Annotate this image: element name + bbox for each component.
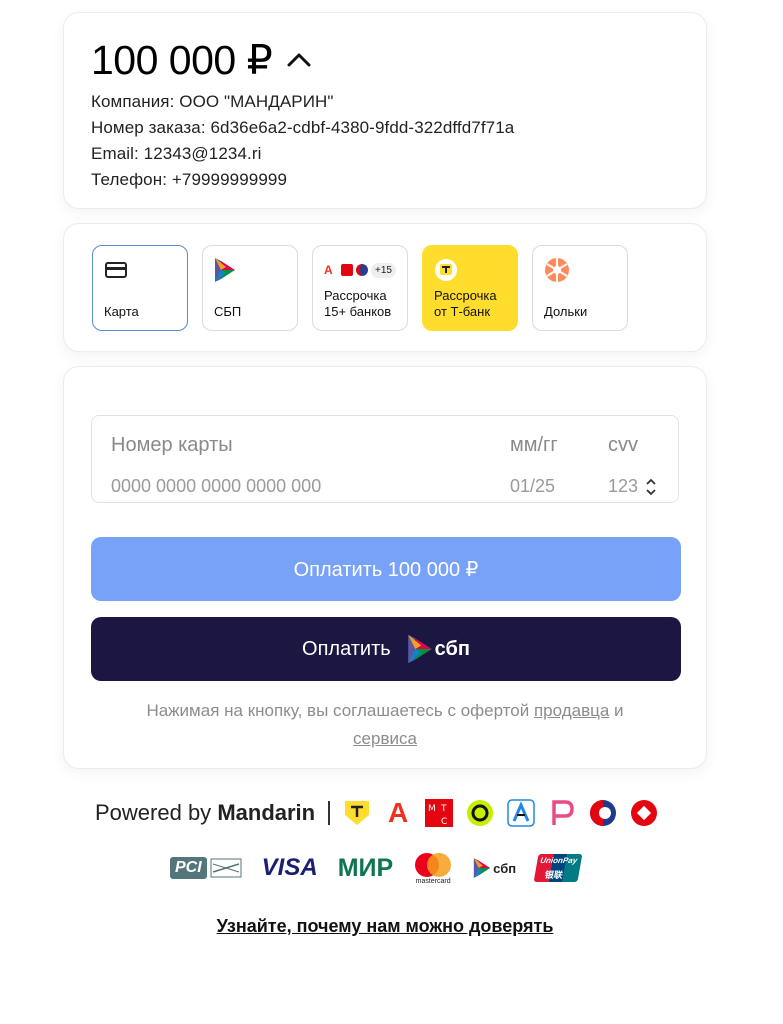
method-label-line1: Рассрочка	[324, 288, 387, 303]
agree-text: Нажимая на кнопку, вы соглашаетесь с офе…	[146, 701, 530, 720]
method-installment-banks[interactable]: А +15 Рассрочка 15+ банков	[312, 245, 408, 331]
method-label: СБП	[214, 304, 242, 319]
red-bank-logo-icon	[629, 798, 659, 828]
card-input-group: Номер карты 0000 0000 0000 0000 000 мм/г…	[91, 415, 679, 503]
sbp-logo: сбп	[407, 633, 470, 665]
unionpay-label: UnionPay	[539, 856, 579, 865]
halva-logo-icon	[588, 798, 618, 828]
mts-icon	[341, 264, 353, 276]
alfa-logo-icon: А	[387, 797, 409, 828]
pci-dss-logo: PCI	[170, 857, 242, 879]
method-dolyami[interactable]: Дольки	[532, 245, 628, 331]
method-installment-tbank[interactable]: Рассрочка от Т-банк	[422, 245, 518, 331]
phone-value: Телефон: +79999999999	[91, 170, 287, 189]
mir-logo: МИР	[337, 853, 394, 882]
mastercard-icon	[415, 852, 452, 877]
order-number: Номер заказа: 6d36e6a2-cdbf-4380-9fdd-32…	[91, 118, 515, 137]
svg-text:С: С	[441, 817, 447, 827]
powered-label: Powered by	[95, 800, 212, 825]
sbp-footer-logo: сбп	[473, 857, 516, 879]
method-label: Карта	[104, 304, 139, 319]
expiry-input[interactable]: 01/25	[510, 476, 555, 497]
method-label-line2: от Т-банк	[434, 304, 491, 319]
card-icon	[105, 262, 127, 278]
mastercard-label: mastercard	[415, 877, 451, 885]
payment-methods: Карта СБП А +15 Рассрочка 15+ банков Расс…	[63, 223, 707, 352]
sbp-logo-text: сбп	[434, 637, 470, 660]
unionpay-logo: UnionPay 银联	[533, 854, 583, 882]
card-payment-form: Номер карты 0000 0000 0000 0000 000 мм/г…	[63, 366, 707, 769]
total-amount: 100 000 ₽	[91, 37, 273, 83]
pay-card-button[interactable]: Оплатить 100 000 ₽	[91, 537, 681, 601]
unionpay-cn-label: 银联	[543, 870, 564, 880]
company-name: Компания: ООО "МАНДАРИН"	[91, 92, 334, 111]
card-number-input[interactable]: 0000 0000 0000 0000 000	[111, 476, 321, 497]
seller-offer-link[interactable]: продавца	[534, 701, 609, 720]
cvv-label: cvv	[608, 434, 638, 456]
green-bank-logo-icon	[465, 798, 495, 828]
method-card[interactable]: Карта	[92, 245, 188, 331]
mandarin-brand: Mandarin	[217, 800, 316, 825]
trust-link[interactable]: Узнайте, почему нам можно доверять	[0, 916, 770, 937]
pay-sbp-label: Оплатить	[302, 637, 391, 660]
cvv-input[interactable]: 123	[608, 476, 638, 497]
method-label-line1: Рассрочка	[434, 288, 497, 303]
sbp-footer-text: сбп	[493, 860, 517, 876]
mts-logo-icon: МТС	[424, 798, 454, 828]
pay-sbp-button[interactable]: Оплатить сбп	[91, 617, 681, 681]
cvv-stepper-icon[interactable]	[644, 476, 658, 498]
visa-logo: VISA	[261, 854, 318, 881]
pci-logo-text: PCI	[170, 857, 207, 879]
offer-agreement: Нажимая на кнопку, вы соглашаетесь с офе…	[91, 697, 679, 753]
mastercard-logo: mastercard	[413, 852, 453, 885]
pci-dss-mark-icon	[210, 858, 242, 878]
method-sbp[interactable]: СБП	[202, 245, 298, 331]
svg-text:Т: Т	[440, 804, 447, 814]
pink-bank-logo-icon	[547, 798, 577, 828]
alfa-icon: А	[324, 263, 333, 277]
payment-systems-row: PCI VISA МИР mastercard сбп UnionPay 银联	[170, 850, 583, 886]
divider	[328, 801, 331, 825]
email-value: Email: 12343@1234.ri	[91, 144, 262, 163]
banks-badge: +15	[371, 262, 396, 278]
order-summary-card: 100 000 ₽ Компания: ООО "МАНДАРИН" Номер…	[63, 12, 707, 209]
sbp-icon	[473, 858, 491, 878]
svg-text:М: М	[428, 804, 436, 814]
method-label: Дольки	[544, 304, 588, 319]
method-label-line2: 15+ банков	[324, 304, 392, 319]
a-bank-logo-icon	[506, 798, 536, 828]
sbp-icon	[407, 634, 432, 664]
agree-and: и	[614, 701, 624, 720]
sbp-icon	[215, 258, 235, 282]
chevron-up-icon[interactable]	[286, 47, 312, 73]
tbank-logo-icon	[342, 798, 372, 828]
expiry-label: мм/гг	[510, 434, 558, 456]
tbank-icon	[435, 259, 457, 281]
dolyami-icon	[545, 258, 569, 282]
powered-by-row: Powered by Mandarin А МТС	[95, 796, 670, 830]
halva-icon	[356, 264, 368, 276]
service-offer-link[interactable]: сервиса	[353, 729, 417, 748]
card-number-label: Номер карты	[111, 434, 233, 456]
